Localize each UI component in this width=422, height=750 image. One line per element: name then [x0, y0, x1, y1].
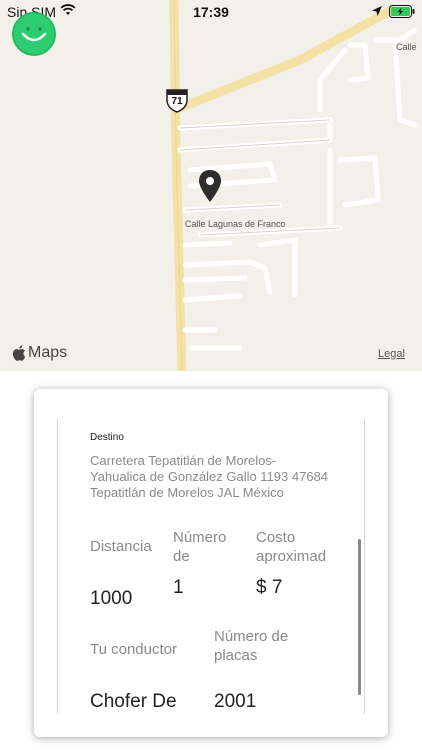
map-roads — [166, 0, 418, 371]
trip-details-card[interactable]: Destino Carretera Tepatitlán de Morelos-… — [34, 389, 388, 737]
card-divider-left — [57, 419, 58, 714]
cost-label: Costo aproximad — [256, 529, 327, 565]
legal-link[interactable]: Legal — [378, 348, 405, 360]
plates-label: Número de placas — [214, 628, 289, 664]
scrollbar[interactable] — [358, 539, 361, 695]
number-value: 1 — [173, 577, 184, 598]
destination-title: Destino — [90, 432, 124, 443]
destination-address: Carretera Tepatitlán de Morelos-Yahualic… — [90, 453, 329, 500]
number-label: Número de — [173, 529, 227, 565]
map-view[interactable]: 71 Calle Lagunas de Franco Calle Maps Le… — [0, 0, 422, 371]
distance-value: 1000 — [90, 588, 133, 609]
distance-label: Distancia — [90, 538, 152, 555]
screen: 71 Calle Lagunas de Franco Calle Maps Le… — [0, 0, 422, 750]
street-label-top-right: Calle — [396, 42, 417, 52]
card-divider-right — [364, 419, 365, 714]
map-pin — [199, 170, 221, 202]
cost-value: $ 7 — [256, 577, 283, 598]
street-label: Calle Lagunas de Franco — [185, 219, 286, 229]
apple-icon — [12, 345, 26, 361]
plates-value: 2001 — [214, 691, 257, 712]
driver-label: Tu conductor — [90, 641, 177, 658]
driver-value: Chofer De — [90, 691, 177, 712]
location-arrow-icon — [372, 6, 382, 16]
profile-avatar-button[interactable] — [12, 12, 56, 56]
status-bar: Sin SIM 17:39 — [0, 0, 422, 24]
status-time: 17:39 — [193, 4, 229, 20]
battery-charging-icon — [389, 5, 415, 18]
maps-brand-label: Maps — [28, 344, 68, 361]
highway-shield-number: 71 — [171, 96, 183, 107]
maps-brand: Maps — [12, 344, 67, 362]
smiley-face-icon — [21, 27, 47, 42]
